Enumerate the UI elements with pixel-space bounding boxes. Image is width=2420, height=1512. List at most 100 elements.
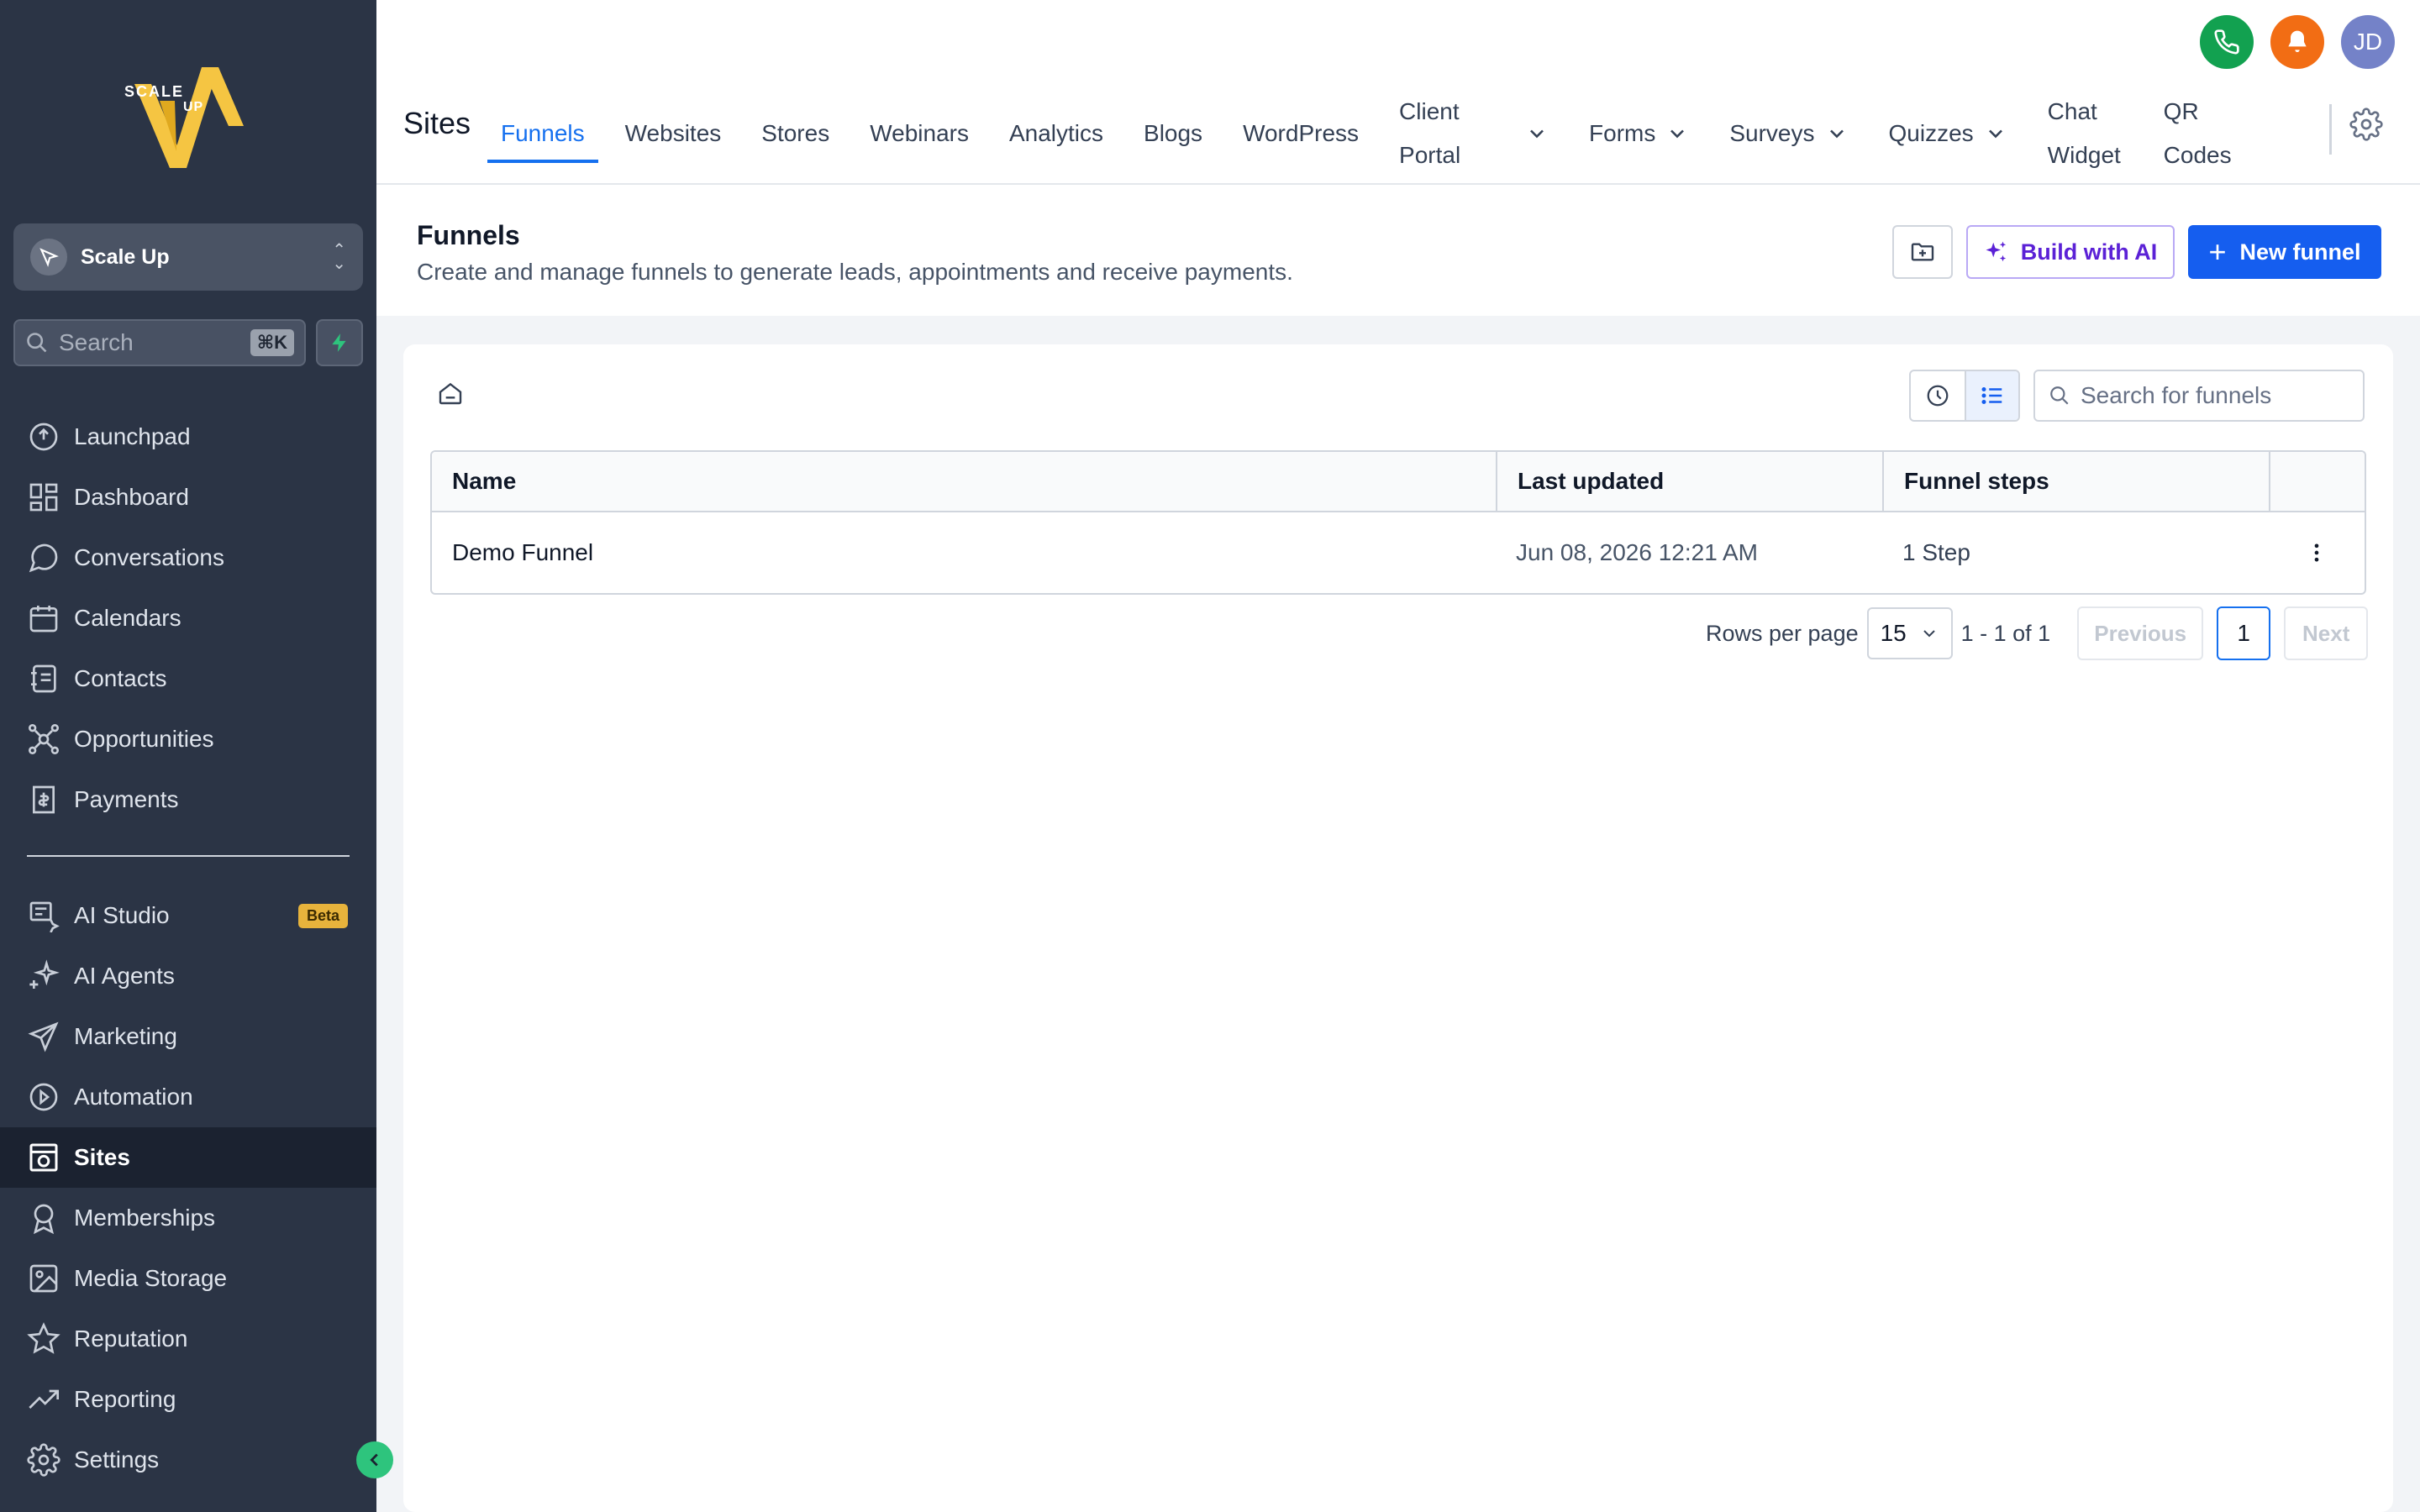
sidebar-collapse-button[interactable] bbox=[356, 1441, 393, 1478]
list-view-button[interactable] bbox=[1964, 371, 2018, 420]
sidebar-item-conversations[interactable]: Conversations bbox=[0, 528, 376, 588]
row-actions-button[interactable] bbox=[2269, 512, 2365, 593]
funnel-name[interactable]: Demo Funnel bbox=[432, 512, 1496, 593]
account-avatar-icon bbox=[30, 239, 67, 276]
chevron-down-icon bbox=[1829, 129, 1844, 139]
tab-wordpress[interactable]: WordPress bbox=[1243, 84, 1359, 183]
sidebar-item-automation[interactable]: Automation bbox=[0, 1067, 376, 1127]
tab-client-portal[interactable]: Client Portal bbox=[1399, 84, 1549, 183]
chat-icon bbox=[29, 543, 58, 573]
tab-stores[interactable]: Stores bbox=[761, 84, 829, 183]
sidebar-item-memberships[interactable]: Memberships bbox=[0, 1188, 376, 1248]
sidebar-item-media-storage[interactable]: Media Storage bbox=[0, 1248, 376, 1309]
tab-websites[interactable]: Websites bbox=[625, 84, 722, 183]
sidebar-item-label: Media Storage bbox=[74, 1265, 228, 1291]
chevron-down-icon bbox=[1530, 129, 1544, 139]
sidebar-item-ai-agents[interactable]: AI Agents bbox=[0, 946, 376, 1006]
ai-studio-icon bbox=[29, 901, 60, 932]
sidebar: SCALE UP Scale Up ⌃ ⌄ Search ⌘K Launchpad… bbox=[0, 0, 376, 1512]
recent-view-button[interactable] bbox=[1911, 371, 1965, 420]
rows-per-page-select[interactable]: 15 bbox=[1866, 607, 1953, 659]
page-subtitle: Create and manage funnels to generate le… bbox=[417, 259, 1293, 285]
sidebar-item-reputation[interactable]: Reputation bbox=[0, 1309, 376, 1369]
chevron-down-icon bbox=[1923, 630, 1935, 638]
sidebar-item-marketing[interactable]: Marketing bbox=[0, 1006, 376, 1067]
scale-up-logo[interactable]: SCALE UP bbox=[118, 34, 260, 185]
page-title: Funnels bbox=[417, 220, 520, 250]
list-icon bbox=[1981, 387, 2002, 404]
table-header-row: Name Last updated Funnel steps bbox=[432, 452, 2365, 512]
bell-icon bbox=[2288, 30, 2307, 52]
sites-settings-gear-icon[interactable] bbox=[2349, 108, 2383, 141]
tab-surveys[interactable]: Surveys bbox=[1729, 84, 1848, 183]
sidebar-item-label: Opportunities bbox=[74, 726, 214, 752]
tab-analytics[interactable]: Analytics bbox=[1009, 84, 1103, 183]
new-funnel-button[interactable]: + New funnel bbox=[2188, 225, 2381, 279]
network-icon bbox=[29, 724, 60, 754]
sidebar-item-reporting[interactable]: Reporting bbox=[0, 1369, 376, 1430]
phone-button[interactable] bbox=[2200, 15, 2254, 69]
chevron-down-icon bbox=[1670, 129, 1685, 139]
column-header-actions bbox=[2269, 452, 2365, 511]
svg-text:UP: UP bbox=[183, 100, 203, 114]
view-toggle bbox=[1909, 370, 2020, 422]
build-with-ai-button[interactable]: Build with AI bbox=[1966, 225, 2175, 279]
next-page-button[interactable]: Next bbox=[2284, 606, 2369, 660]
sidebar-item-label: AI Studio bbox=[74, 902, 170, 928]
tab-qr-codes[interactable]: QR Codes bbox=[2164, 84, 2239, 183]
page-number-button[interactable]: 1 bbox=[2217, 606, 2271, 660]
tab-funnels[interactable]: Funnels bbox=[487, 84, 598, 183]
tab-blogs[interactable]: Blogs bbox=[1144, 84, 1202, 183]
automation-icon bbox=[29, 1083, 58, 1111]
account-switcher[interactable]: Scale Up ⌃ ⌄ bbox=[13, 223, 363, 291]
notifications-button[interactable] bbox=[2270, 15, 2324, 69]
search-shortcut: ⌘K bbox=[250, 329, 294, 356]
new-funnel-label: New funnel bbox=[2239, 239, 2361, 265]
column-header-funnel-steps[interactable]: Funnel steps bbox=[1882, 452, 2269, 511]
grid-icon bbox=[29, 483, 58, 512]
sidebar-item-payments[interactable]: Payments bbox=[0, 769, 376, 830]
new-folder-button[interactable] bbox=[1892, 225, 1953, 279]
column-header-name[interactable]: Name bbox=[432, 452, 1496, 511]
gear-icon bbox=[27, 1443, 60, 1477]
sidebar-item-label: Launchpad bbox=[74, 423, 191, 449]
account-name: Scale Up bbox=[81, 244, 170, 269]
sidebar-item-launchpad[interactable]: Launchpad bbox=[0, 407, 376, 467]
star-icon bbox=[27, 1322, 60, 1354]
sidebar-item-contacts[interactable]: Contacts bbox=[0, 648, 376, 709]
funnels-table: Name Last updated Funnel steps Demo Funn… bbox=[430, 450, 2366, 595]
sidebar-item-label: Reputation bbox=[74, 1326, 188, 1352]
pagination: Rows per page 15 1 - 1 of 1 Previous 1 N… bbox=[1706, 606, 2369, 660]
tab-label: Websites bbox=[624, 120, 722, 146]
sidebar-item-label: Contacts bbox=[74, 665, 167, 691]
nav-top: Launchpad Dashboard Conversations Calend… bbox=[0, 407, 376, 830]
sidebar-item-label: Sites bbox=[74, 1144, 130, 1170]
quick-actions-button[interactable] bbox=[316, 319, 363, 366]
plus-icon: + bbox=[2208, 234, 2227, 269]
beta-badge: Beta bbox=[297, 903, 348, 928]
tab-label: Analytics bbox=[1008, 120, 1104, 146]
sidebar-item-dashboard[interactable]: Dashboard bbox=[0, 467, 376, 528]
sidebar-search[interactable]: Search ⌘K bbox=[13, 319, 306, 366]
user-avatar[interactable]: JD bbox=[2341, 15, 2395, 69]
sidebar-item-opportunities[interactable]: Opportunities bbox=[0, 709, 376, 769]
previous-page-button[interactable]: Previous bbox=[2077, 606, 2204, 660]
award-icon bbox=[34, 1204, 54, 1235]
sidebar-search-placeholder: Search bbox=[59, 329, 134, 355]
search-icon bbox=[2050, 386, 2069, 405]
sidebar-item-settings[interactable]: Settings bbox=[0, 1430, 376, 1490]
column-header-last-updated[interactable]: Last updated bbox=[1496, 452, 1882, 511]
funnel-last-updated: Jun 08, 2026 12:21 AM bbox=[1516, 539, 1758, 565]
home-icon[interactable] bbox=[437, 380, 464, 407]
sidebar-item-sites[interactable]: Sites bbox=[0, 1127, 376, 1188]
sidebar-item-ai-studio[interactable]: AI Studio Beta bbox=[0, 885, 376, 946]
tab-webinars[interactable]: Webinars bbox=[870, 84, 969, 183]
tab-forms[interactable]: Forms bbox=[1589, 84, 1689, 183]
tab-chat-widget[interactable]: Chat Widget bbox=[2048, 84, 2123, 183]
tab-quizzes[interactable]: Quizzes bbox=[1889, 84, 2007, 183]
sidebar-item-label: AI Agents bbox=[74, 963, 175, 989]
sidebar-item-label: Memberships bbox=[74, 1205, 216, 1231]
table-row[interactable]: Demo Funnel Jun 08, 2026 12:21 AM 1 Step bbox=[432, 512, 2365, 593]
funnel-search-input[interactable] bbox=[2081, 382, 2349, 409]
sidebar-item-calendars[interactable]: Calendars bbox=[0, 588, 376, 648]
